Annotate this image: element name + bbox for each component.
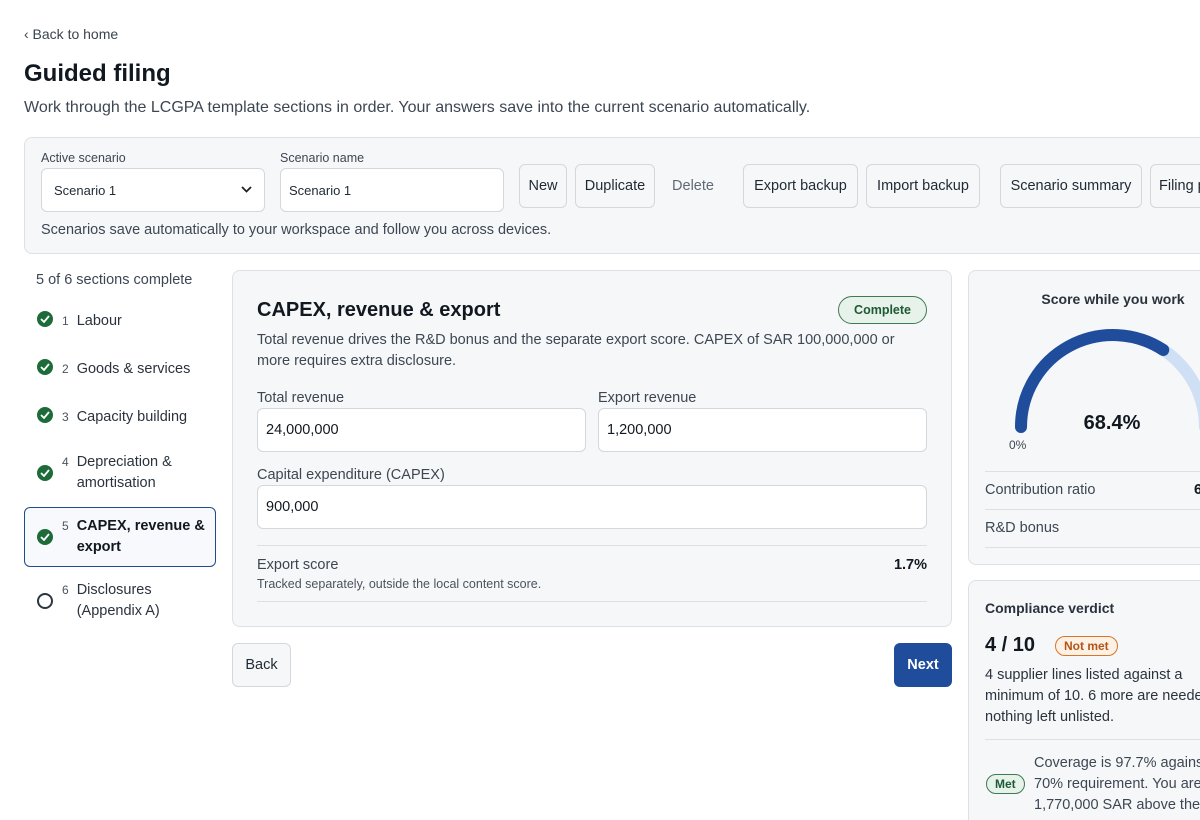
scenario-name-label: Scenario name <box>280 151 365 165</box>
step-number: 6 <box>62 583 69 597</box>
step-label: Goods & services <box>76 361 191 377</box>
import-backup-button[interactable]: Import backup <box>866 164 980 208</box>
check-circle-icon <box>37 529 53 545</box>
step-number: 5 <box>62 519 69 533</box>
section-card: CAPEX, revenue & export Complete Total r… <box>232 270 952 627</box>
check-circle-icon <box>37 359 53 375</box>
active-scenario-value: Scenario 1 <box>54 182 117 198</box>
step-label: Depreciation & amortisation <box>76 454 172 491</box>
check-circle-icon <box>37 465 53 481</box>
page-title: Guided filing <box>24 60 171 87</box>
sidebar-item-labour[interactable]: 1 Labour <box>24 311 216 332</box>
check-circle-icon <box>37 311 53 327</box>
verdict-count: 4 / 10 <box>985 634 1036 656</box>
sidebar-item-disclosures[interactable]: 6 Disclosures (Appendix A) <box>24 580 216 622</box>
sidebar-item-capex-revenue-export[interactable]: 5 CAPEX, revenue & export <box>24 507 216 567</box>
rd-bonus-label: R&D bonus <box>985 520 1060 536</box>
contribution-ratio-row: Contribution ratio 6 <box>985 482 1200 498</box>
step-number: 4 <box>62 455 69 469</box>
section-description: Total revenue drives the R&D bonus and t… <box>257 332 895 369</box>
duplicate-scenario-button[interactable]: Duplicate <box>575 164 655 208</box>
not-met-badge: Not met <box>1055 636 1118 656</box>
step-label: Disclosures (Appendix A) <box>76 582 160 619</box>
sidebar-item-depreciation[interactable]: 4 Depreciation & amortisation <box>24 452 216 494</box>
rd-bonus-row: R&D bonus <box>985 520 1200 536</box>
page-subtitle: Work through the LCGPA template sections… <box>24 99 811 116</box>
export-revenue-label: Export revenue <box>598 390 697 406</box>
next-button[interactable]: Next <box>894 643 952 687</box>
verdict-title: Compliance verdict <box>985 600 1115 616</box>
step-number: 2 <box>62 362 69 376</box>
export-score-label: Export score <box>257 557 339 573</box>
sidebar-item-goods-services[interactable]: 2 Goods & services <box>24 359 216 380</box>
step-number: 1 <box>62 314 69 328</box>
step-label: Capacity building <box>76 409 188 425</box>
compliance-verdict-panel: Compliance verdict 4 / 10 Not met 4 supp… <box>968 580 1200 820</box>
divider <box>257 601 927 602</box>
export-score-note: Tracked separately, outside the local co… <box>257 577 542 591</box>
delete-scenario-button[interactable]: Delete <box>663 164 723 208</box>
new-scenario-button[interactable]: New <box>519 164 567 208</box>
gauge-value: 68.4% <box>1083 412 1141 434</box>
active-scenario-select[interactable]: Scenario 1 <box>41 168 265 212</box>
autosave-note: Scenarios save automatically to your wor… <box>41 222 552 238</box>
check-circle-icon <box>37 407 53 423</box>
capex-label: Capital expenditure (CAPEX) <box>257 467 445 483</box>
back-button[interactable]: Back <box>232 643 291 687</box>
step-number: 3 <box>62 410 69 424</box>
sidebar-item-capacity-building[interactable]: 3 Capacity building <box>24 407 216 428</box>
export-backup-button[interactable]: Export backup <box>743 164 858 208</box>
met-badge: Met <box>986 774 1025 794</box>
capex-input[interactable]: 900,000 <box>257 485 927 529</box>
divider <box>985 471 1200 472</box>
filing-button[interactable]: Filing p <box>1150 164 1200 208</box>
score-panel: Score while you work 68.4% 0% 100 Contri… <box>968 270 1200 565</box>
total-revenue-label: Total revenue <box>257 390 345 406</box>
coverage-text: Coverage is 97.7% agains 70% requirement… <box>1034 755 1200 813</box>
chevron-down-icon <box>241 184 252 196</box>
back-to-home-link[interactable]: ‹ Back to home <box>24 26 118 42</box>
section-title: CAPEX, revenue & export <box>257 299 501 321</box>
export-score-value: 1.7% <box>893 557 927 573</box>
scenario-bar: Active scenario Scenario 1 Scenario name… <box>24 137 1200 254</box>
divider <box>985 739 1200 740</box>
total-revenue-input[interactable]: 24,000,000 <box>257 408 586 452</box>
step-label: Labour <box>76 313 122 329</box>
divider <box>257 545 927 546</box>
sections-progress: 5 of 6 sections complete <box>36 272 193 288</box>
divider <box>985 509 1200 510</box>
divider <box>985 547 1200 548</box>
verdict-text: 4 supplier lines listed against a minimu… <box>985 667 1200 725</box>
scenario-summary-button[interactable]: Scenario summary <box>1000 164 1142 208</box>
contribution-ratio-value: 6 <box>1194 482 1200 498</box>
export-revenue-input[interactable]: 1,200,000 <box>598 408 927 452</box>
scenario-name-input[interactable]: Scenario 1 <box>280 168 504 212</box>
gauge-min-label: 0% <box>1009 438 1027 452</box>
active-scenario-label: Active scenario <box>41 151 126 165</box>
empty-circle-icon <box>37 593 53 609</box>
contribution-ratio-label: Contribution ratio <box>985 482 1096 498</box>
score-panel-title: Score while you work <box>1041 291 1185 307</box>
step-label: CAPEX, revenue & export <box>76 518 205 555</box>
status-badge: Complete <box>838 296 927 324</box>
